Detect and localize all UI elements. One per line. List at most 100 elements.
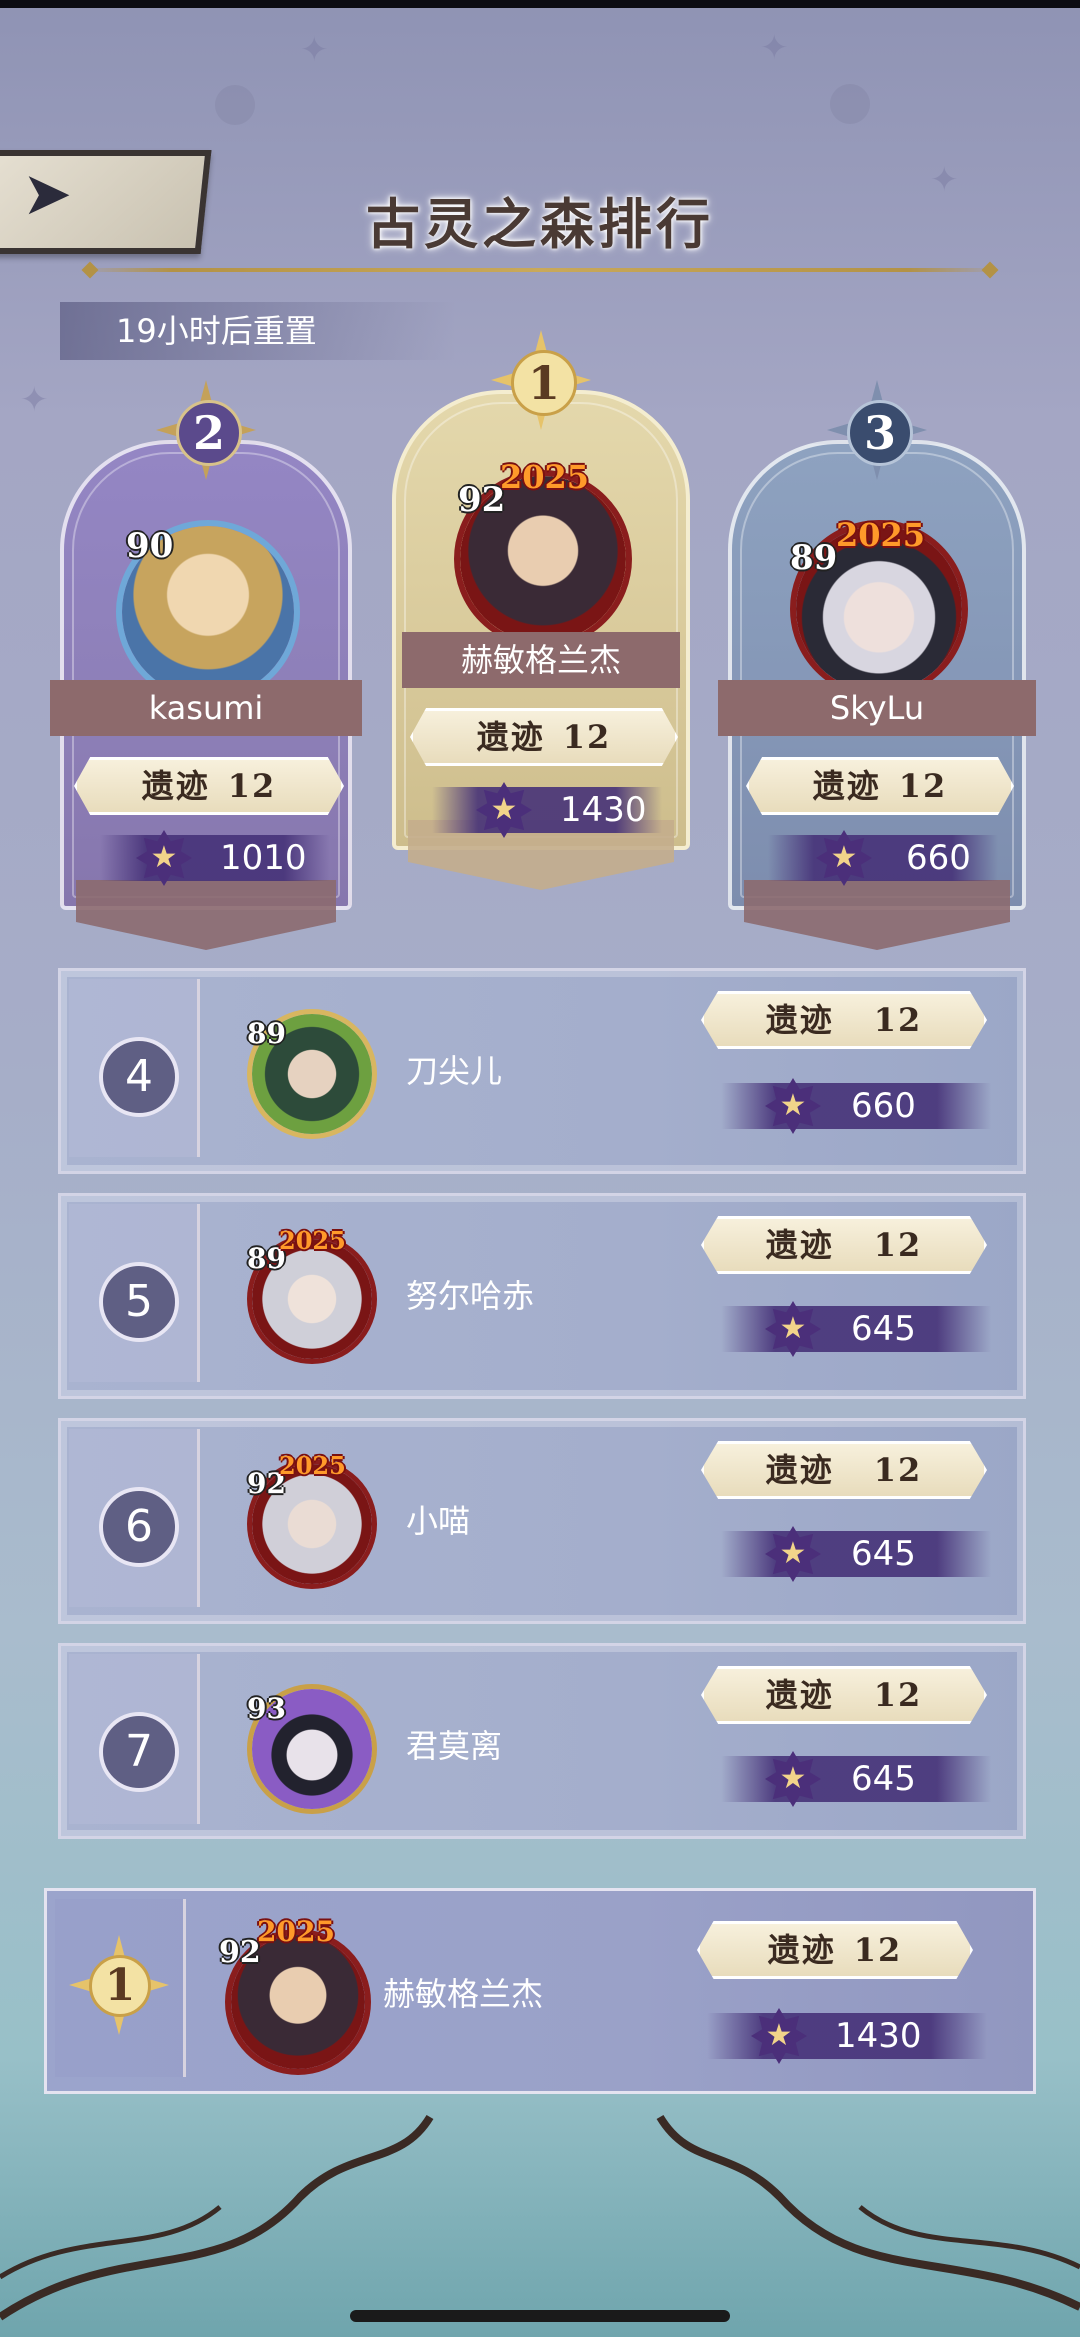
relic-ribbon: 遗迹 12 xyxy=(74,757,344,815)
player-name: 君莫离 xyxy=(406,1727,503,1765)
score-bar: 660 xyxy=(721,1078,991,1134)
year-badge: 2025 xyxy=(500,458,590,496)
page-title: 古灵之森排行 xyxy=(366,193,714,256)
rank-badge: 1 xyxy=(491,330,591,430)
home-indicator[interactable] xyxy=(350,2310,730,2322)
sparkle-icon: ✦ xyxy=(760,28,789,68)
player-name: kasumi xyxy=(50,680,362,736)
relic-level: 12 xyxy=(873,1451,923,1489)
score-value: 645 xyxy=(851,1534,916,1574)
player-level: 92 xyxy=(219,1935,261,1970)
score-value: 1430 xyxy=(835,2016,922,2056)
decor-dot xyxy=(830,84,870,124)
score-bar: 645 xyxy=(721,1301,991,1357)
player-name: 赫敏格兰杰 xyxy=(383,1975,544,2013)
score-bar: 1010 xyxy=(100,830,330,886)
list-item[interactable]: 4 89 刀尖儿 遗迹 12 660 xyxy=(58,968,1026,1174)
year-badge: 2025 xyxy=(836,516,926,554)
player-level: 93 xyxy=(247,1692,286,1725)
rank-column: 7 xyxy=(69,1654,200,1824)
decorative-vines xyxy=(0,2114,1080,2321)
score-bar: 660 xyxy=(768,830,998,886)
rank-number: 5 xyxy=(99,1262,179,1342)
score-value: 1430 xyxy=(560,790,647,830)
relic-label: 遗迹 xyxy=(141,767,210,805)
rank-badge: 1 xyxy=(69,1935,169,2035)
player-level: 89 xyxy=(790,538,838,578)
relic-ribbon: 遗迹 12 xyxy=(701,1666,987,1724)
rank-number: 2 xyxy=(176,400,242,466)
star-emblem-icon xyxy=(765,1078,821,1134)
podium-rank-2[interactable]: 2 90 kasumi 遗迹 12 1010 xyxy=(50,380,362,950)
status-bar xyxy=(0,0,1080,8)
relic-label: 遗迹 xyxy=(812,767,881,805)
rank-number: 1 xyxy=(511,350,577,416)
score-value: 645 xyxy=(851,1309,916,1349)
relic-label: 遗迹 xyxy=(476,718,545,756)
rank-column: 5 xyxy=(69,1204,200,1382)
score-bar: 1430 xyxy=(432,782,662,838)
relic-label: 遗迹 xyxy=(767,1931,836,1969)
relic-level: 12 xyxy=(227,767,277,805)
rank-column: 4 xyxy=(69,979,200,1157)
relic-label: 遗迹 xyxy=(765,1226,834,1264)
list-item[interactable]: 6 92 2025 小喵 遗迹12 645 xyxy=(58,1418,1026,1624)
podium-base xyxy=(744,880,1010,950)
rank-number: 1 xyxy=(89,1955,151,2017)
rank-column: 6 xyxy=(69,1429,200,1607)
relic-label: 遗迹 xyxy=(765,1001,834,1039)
star-emblem-icon xyxy=(765,1301,821,1357)
score-bar: 645 xyxy=(721,1751,991,1807)
sparkle-icon: ✦ xyxy=(20,380,49,420)
relic-ribbon: 遗迹 12 xyxy=(746,757,1014,815)
score-value: 1010 xyxy=(220,838,307,878)
podium-rank-3[interactable]: 3 89 2025 SkyLu 遗迹 12 660 xyxy=(718,380,1036,950)
relic-level: 12 xyxy=(853,1931,903,1969)
year-badge: 2025 xyxy=(279,1226,346,1255)
relic-level: 12 xyxy=(898,767,948,805)
relic-level: 12 xyxy=(873,1001,923,1039)
relic-label: 遗迹 xyxy=(765,1451,834,1489)
score-value: 645 xyxy=(851,1759,916,1799)
relic-ribbon: 遗迹 12 xyxy=(410,708,678,766)
my-rank-row[interactable]: 1 92 2025 赫敏格兰杰 遗迹 12 1430 xyxy=(44,1888,1036,2094)
rank-number: 6 xyxy=(99,1487,179,1567)
relic-level: 12 xyxy=(873,1226,923,1264)
score-value: 660 xyxy=(851,1086,916,1126)
title-divider xyxy=(80,268,1000,272)
player-level: 92 xyxy=(458,480,506,520)
score-value: 660 xyxy=(906,838,971,878)
star-emblem-icon xyxy=(816,830,872,886)
podium-base xyxy=(76,880,336,950)
rank-badge: 3 xyxy=(827,380,927,480)
star-emblem-icon xyxy=(136,830,192,886)
relic-ribbon: 遗迹 12 xyxy=(701,1441,987,1499)
player-level: 89 xyxy=(247,1017,286,1050)
star-emblem-icon xyxy=(765,1751,821,1807)
rank-number: 4 xyxy=(99,1037,179,1117)
list-item[interactable]: 5 89 2025 努尔哈赤 遗迹12 645 xyxy=(58,1193,1026,1399)
list-item[interactable]: 7 93 君莫离 遗迹 12 645 xyxy=(58,1643,1026,1839)
rank-number: 7 xyxy=(99,1712,179,1792)
year-badge: 2025 xyxy=(279,1451,346,1480)
player-name: SkyLu xyxy=(718,680,1036,736)
rank-badge: 2 xyxy=(156,380,256,480)
sparkle-icon: ✦ xyxy=(300,30,329,70)
star-emblem-icon xyxy=(476,782,532,838)
relic-label: 遗迹 xyxy=(765,1676,834,1714)
player-name: 赫敏格兰杰 xyxy=(402,632,680,688)
relic-ribbon: 遗迹 12 xyxy=(697,1921,973,1979)
star-emblem-icon xyxy=(751,2008,807,2064)
score-bar: 645 xyxy=(721,1526,991,1582)
relic-ribbon: 遗迹 12 xyxy=(701,1216,987,1274)
player-level: 90 xyxy=(126,526,174,566)
podium-rank-1[interactable]: 1 92 2025 赫敏格兰杰 遗迹 12 1430 xyxy=(392,330,690,890)
rank-column: 1 xyxy=(55,1899,186,2077)
player-name: 努尔哈赤 xyxy=(406,1277,535,1315)
decor-dot xyxy=(215,85,255,125)
relic-ribbon: 遗迹 12 xyxy=(701,991,987,1049)
relic-level: 12 xyxy=(562,718,612,756)
score-bar: 1430 xyxy=(707,2008,987,2064)
star-emblem-icon xyxy=(765,1526,821,1582)
player-name: 刀尖儿 xyxy=(406,1052,503,1090)
